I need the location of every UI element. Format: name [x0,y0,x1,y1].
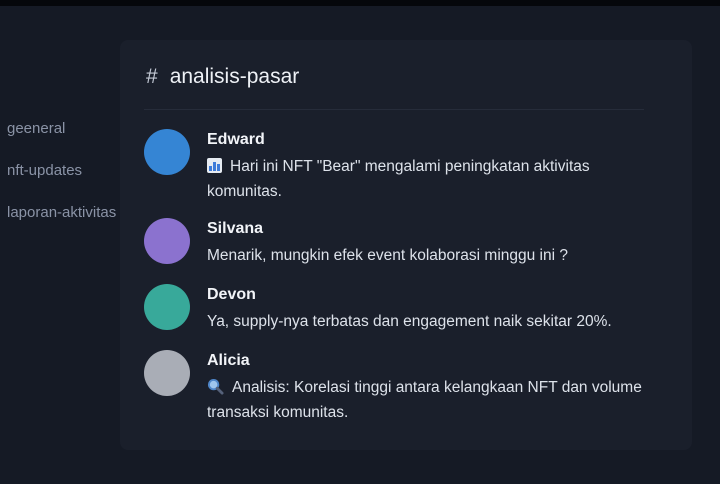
message-author[interactable]: Devon [207,284,667,306]
hash-icon: # [146,65,158,88]
avatar[interactable] [144,350,190,396]
avatar[interactable] [144,218,190,264]
channel-title: analisis-pasar [169,65,300,88]
top-bar [0,0,720,6]
sidebar-item-laporan-aktivitas[interactable]: laporan-aktivitas [0,202,140,223]
magnifier-icon [207,378,224,395]
chat-panel: # analisis-pasar Edward Hari ini NFT "Be… [120,40,692,450]
avatar[interactable] [144,284,190,330]
message-text: Hari ini NFT "Bear" mengalami peningkata… [207,158,590,200]
channel-header: # analisis-pasar [146,62,299,92]
sidebar-item-nft-updates[interactable]: nft-updates [0,160,140,181]
message-text: Menarik, mungkin efek event kolaborasi m… [207,247,568,264]
message-author[interactable]: Edward [207,129,667,151]
bar-chart-icon [207,158,222,173]
message-author[interactable]: Silvana [207,218,667,240]
message-text: Ya, supply-nya terbatas dan engagement n… [207,313,612,330]
avatar[interactable] [144,129,190,175]
message-author[interactable]: Alicia [207,350,667,372]
message-text: Analisis: Korelasi tinggi antara kelangk… [207,378,642,421]
channel-sidebar: geeneral nft-updates laporan-aktivitas [0,118,140,244]
sidebar-item-geeneral[interactable]: geeneral [0,118,140,139]
header-divider [144,109,644,110]
